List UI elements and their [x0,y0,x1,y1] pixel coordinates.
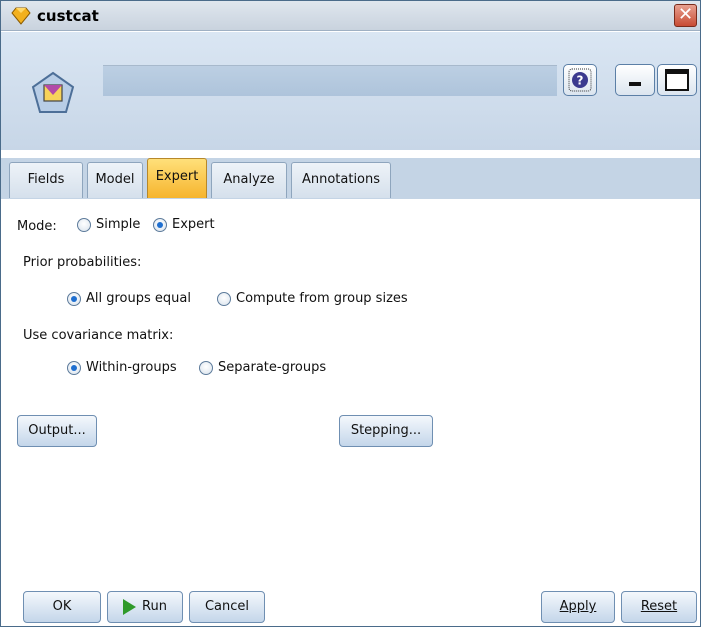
within-groups-label[interactable]: Within-groups [86,360,177,375]
tab-expert[interactable]: Expert [147,158,207,198]
expert-panel: Mode: Simple Expert Prior probabilities:… [1,199,700,579]
reset-button[interactable]: Reset [621,591,697,623]
dialog-footer: OK Run Cancel Apply Reset [1,579,700,626]
tab-model[interactable]: Model [87,162,143,198]
discriminant-node-icon [31,71,75,113]
play-icon [123,598,137,615]
covariance-label: Use covariance matrix: [23,328,174,343]
separate-groups-label[interactable]: Separate-groups [218,360,326,375]
title-bar[interactable]: custcat ✕ [1,1,700,31]
mode-simple-radio[interactable] [77,218,91,232]
run-button[interactable]: Run [107,591,183,623]
window-title: custcat [37,7,99,25]
help-button[interactable]: ? [563,64,597,96]
prior-equal-label[interactable]: All groups equal [86,291,191,306]
header-band: ? [1,32,700,150]
dialog-window: custcat ✕ ? Fields Model Expert Analyze … [0,0,701,627]
minimize-button[interactable] [615,64,655,96]
mode-label: Mode: [17,219,57,234]
svg-text:?: ? [577,74,584,88]
reset-label: Reset [640,599,678,614]
ok-button[interactable]: OK [23,591,101,623]
cancel-button[interactable]: Cancel [189,591,265,623]
mode-simple-label[interactable]: Simple [96,217,140,232]
node-diamond-icon [11,7,31,25]
separate-groups-radio[interactable] [199,361,213,375]
node-name-field[interactable] [103,65,557,96]
minimize-icon [629,82,641,86]
apply-label: Apply [559,599,597,614]
maximize-button[interactable] [657,64,697,96]
within-groups-radio[interactable] [67,361,81,375]
tab-analyze[interactable]: Analyze [211,162,287,198]
mode-expert-radio[interactable] [153,218,167,232]
close-icon: ✕ [677,4,694,25]
mode-expert-label[interactable]: Expert [172,217,215,232]
prior-group-sizes-label[interactable]: Compute from group sizes [236,291,408,306]
run-label: Run [142,599,167,614]
output-button[interactable]: Output... [17,415,97,447]
prior-probabilities-label: Prior probabilities: [23,255,142,270]
tab-strip: Fields Model Expert Analyze Annotations [1,158,700,199]
stepping-button[interactable]: Stepping... [339,415,433,447]
prior-equal-radio[interactable] [67,292,81,306]
prior-group-sizes-radio[interactable] [217,292,231,306]
question-icon: ? [568,68,592,92]
apply-button[interactable]: Apply [541,591,615,623]
maximize-icon [665,69,689,91]
close-button[interactable]: ✕ [674,4,697,27]
tab-annotations[interactable]: Annotations [291,162,391,198]
tab-fields[interactable]: Fields [9,162,83,198]
